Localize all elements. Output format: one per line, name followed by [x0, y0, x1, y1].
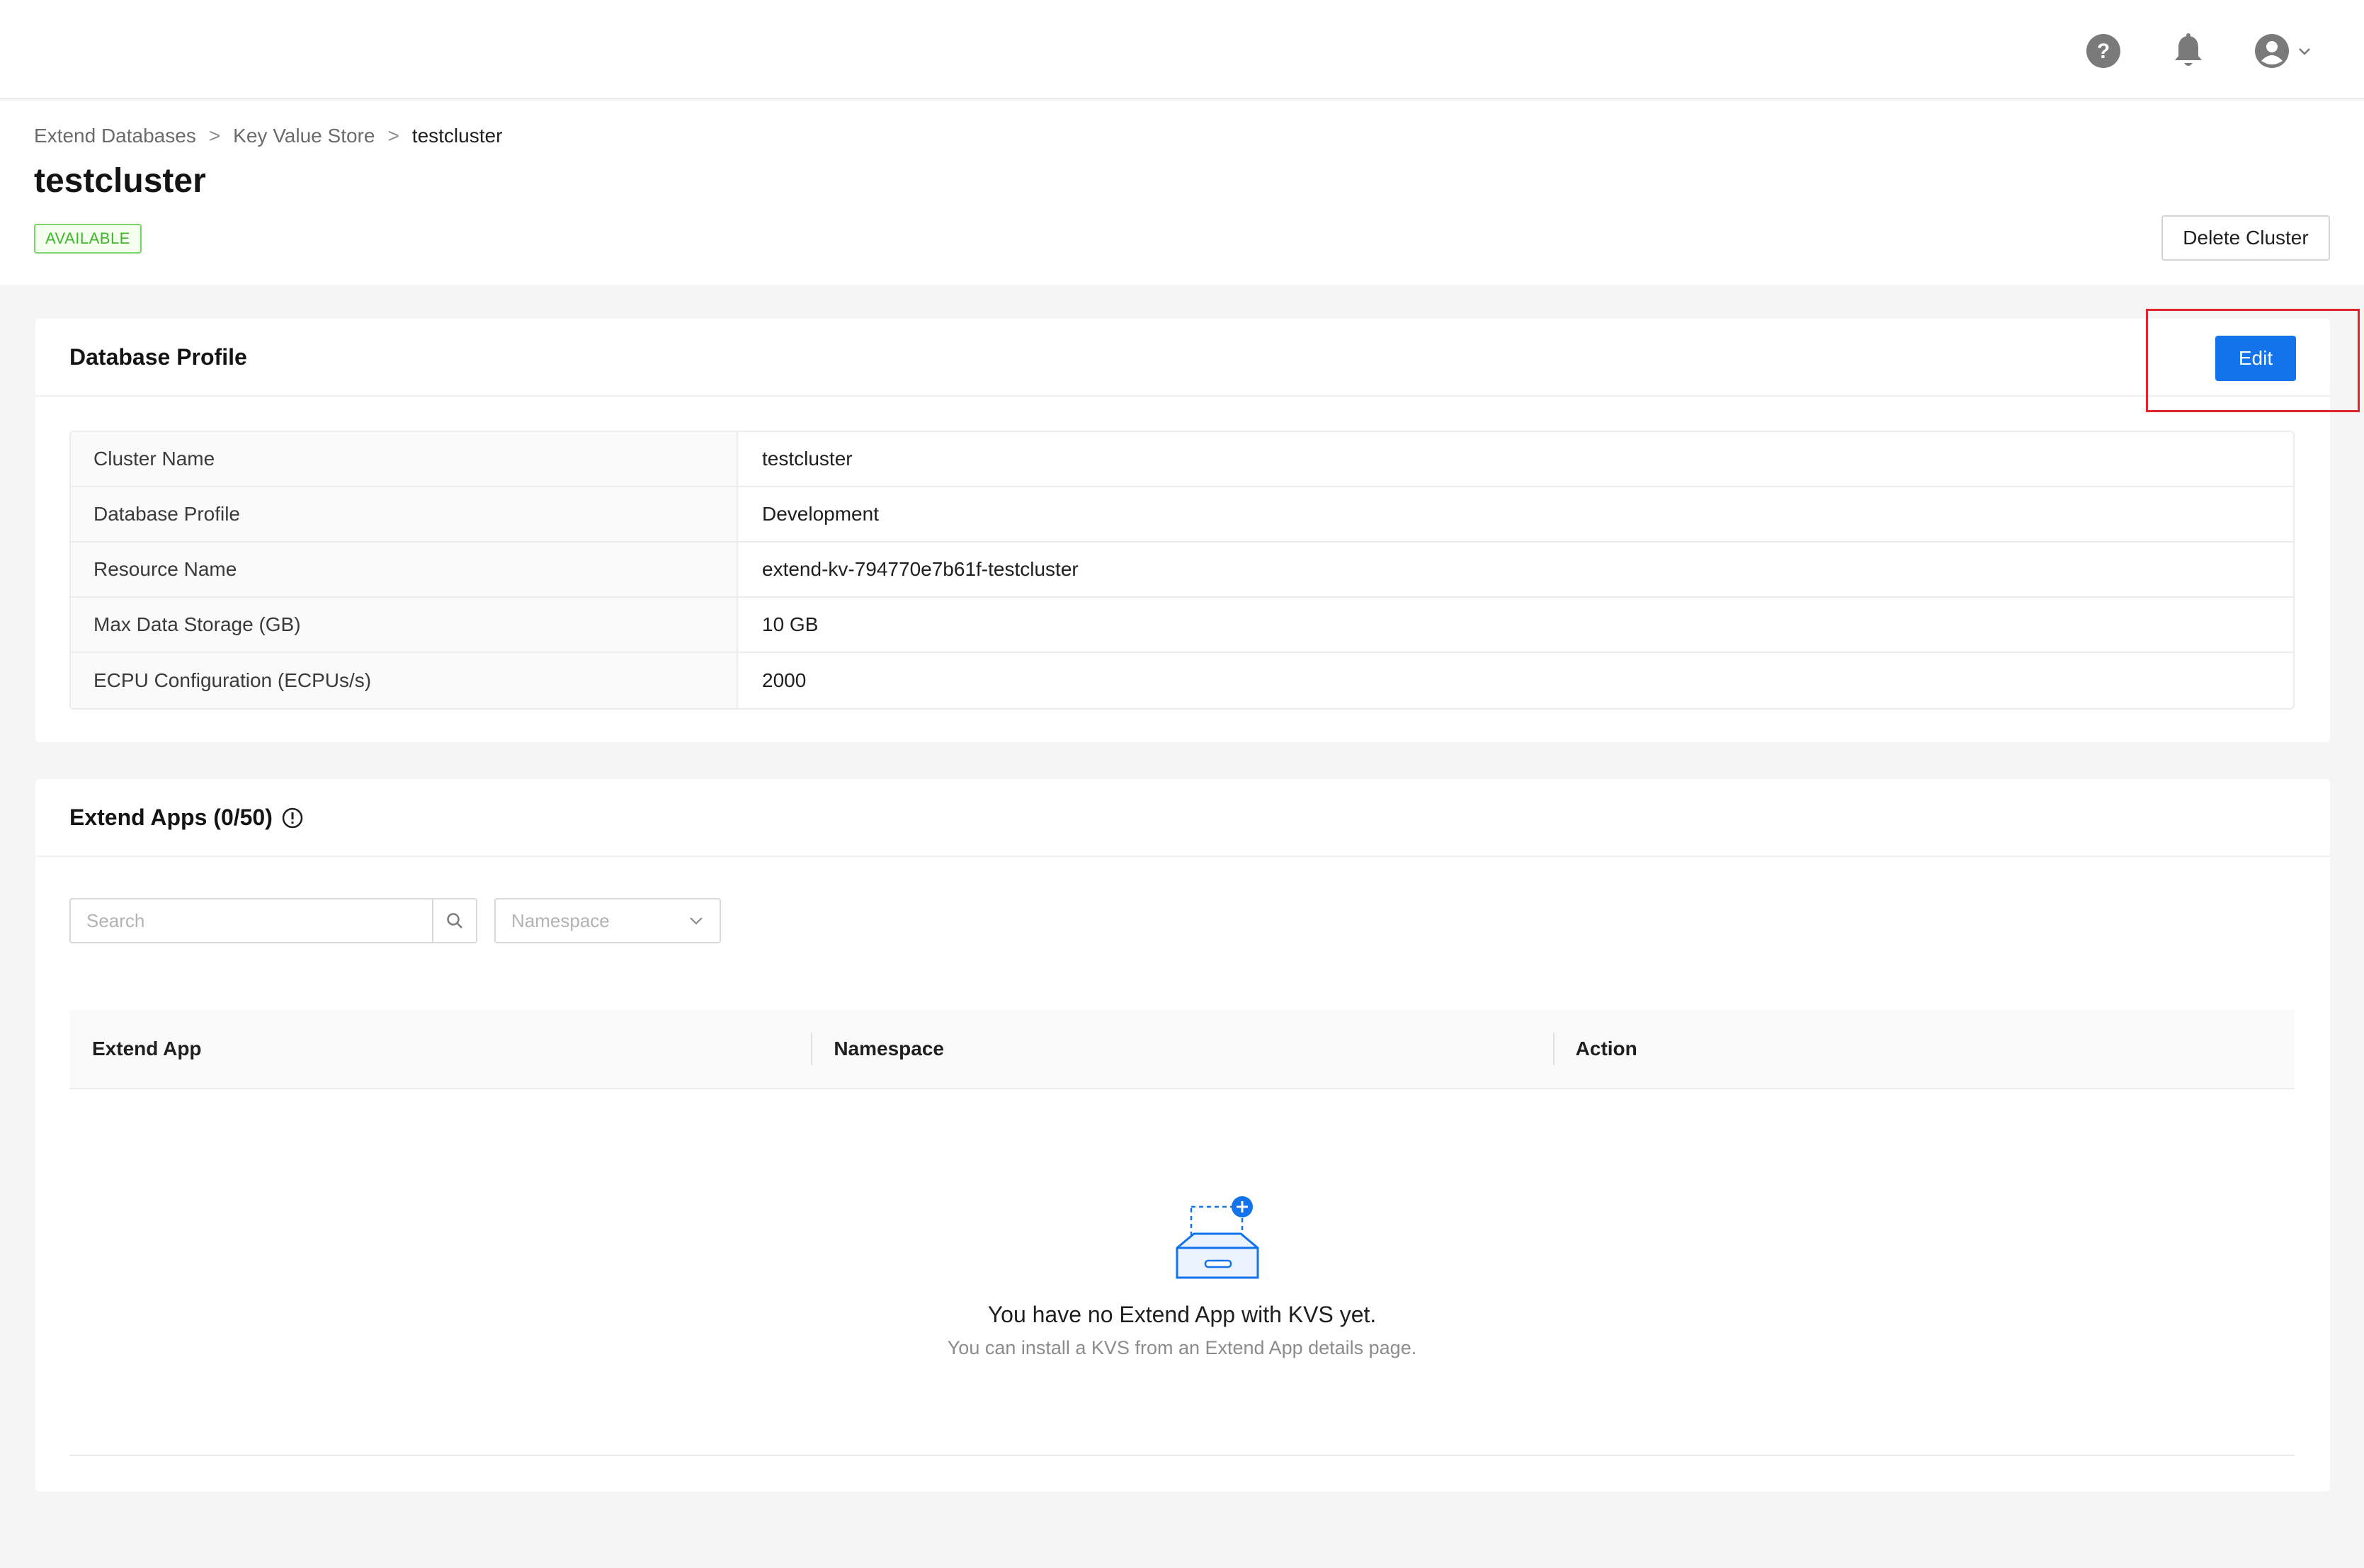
detail-value: extend-kv-794770e7b61f-testcluster	[762, 558, 1079, 580]
extend-apps-card: Extend Apps (0/50) Namespace E	[35, 779, 2330, 1492]
empty-state-subtitle: You can install a KVS from an Extend App…	[947, 1337, 1417, 1358]
svg-text:?: ?	[2097, 40, 2110, 63]
page-title: testcluster	[34, 162, 206, 200]
info-icon[interactable]	[281, 807, 304, 829]
bell-icon[interactable]	[2170, 33, 2207, 69]
table-row: ECPU Configuration (ECPUs/s) 2000	[71, 653, 2293, 708]
edit-highlight-box	[2146, 309, 2360, 412]
profile-details-table: Cluster Name testcluster Database Profil…	[69, 431, 2295, 710]
search-icon	[447, 913, 462, 928]
table-row: Database Profile Development	[71, 487, 2293, 542]
table-row: Resource Name extend-kv-794770e7b61f-tes…	[71, 542, 2293, 598]
extend-apps-title: Extend Apps (0/50)	[69, 805, 273, 830]
column-header-namespace: Namespace	[811, 1010, 1552, 1088]
detail-value: 10 GB	[762, 613, 819, 635]
breadcrumb-extend-databases[interactable]: Extend Databases	[34, 125, 196, 147]
page-header: Extend Databases > Key Value Store > tes…	[0, 101, 2364, 285]
chevron-down-icon	[2299, 48, 2310, 55]
detail-value: testcluster	[762, 448, 853, 470]
user-menu[interactable]	[2254, 33, 2312, 69]
detail-label: Database Profile	[71, 487, 738, 541]
database-profile-card: Database Profile Edit Cluster Name testc…	[35, 319, 2330, 742]
empty-state-title: You have no Extend App with KVS yet.	[987, 1302, 1377, 1327]
database-profile-header: Database Profile Edit	[35, 319, 2330, 397]
extend-apps-header: Extend Apps (0/50)	[35, 779, 2330, 857]
column-header-action: Action	[1552, 1010, 2295, 1088]
delete-cluster-button[interactable]: Delete Cluster	[2161, 215, 2330, 261]
empty-state: You have no Extend App with KVS yet. You…	[69, 1089, 2295, 1456]
user-avatar-icon	[2255, 34, 2289, 68]
column-header-extend-app: Extend App	[92, 1038, 202, 1059]
table-row: Max Data Storage (GB) 10 GB	[71, 598, 2293, 653]
detail-label: Cluster Name	[71, 432, 738, 486]
detail-label: Resource Name	[71, 542, 738, 596]
breadcrumb: Extend Databases > Key Value Store > tes…	[34, 125, 502, 147]
chevron-down-icon	[690, 917, 703, 925]
extend-apps-title-wrap: Extend Apps (0/50)	[69, 805, 304, 831]
search-button[interactable]	[432, 899, 476, 942]
detail-value: Development	[762, 503, 879, 525]
status-badge: AVAILABLE	[34, 224, 142, 254]
search-input[interactable]	[71, 899, 432, 942]
breadcrumb-separator: >	[208, 125, 221, 147]
table-row: Cluster Name testcluster	[71, 432, 2293, 487]
database-profile-title: Database Profile	[69, 344, 247, 370]
breadcrumb-key-value-store[interactable]: Key Value Store	[233, 125, 375, 147]
empty-inbox-icon	[1176, 1196, 1259, 1279]
namespace-placeholder: Namespace	[511, 909, 610, 931]
breadcrumb-current: testcluster	[411, 125, 503, 147]
breadcrumb-separator: >	[387, 125, 399, 147]
top-bar: ?	[0, 0, 2364, 99]
namespace-select[interactable]: Namespace	[494, 898, 721, 943]
detail-label: Max Data Storage (GB)	[71, 598, 738, 652]
detail-value: 2000	[762, 669, 807, 691]
extend-apps-table: Extend App Namespace Action You have no …	[69, 1010, 2295, 1456]
search-box	[69, 898, 477, 943]
table-header: Extend App Namespace Action	[69, 1010, 2295, 1089]
help-icon[interactable]: ?	[2085, 33, 2122, 69]
detail-label: ECPU Configuration (ECPUs/s)	[71, 653, 738, 708]
